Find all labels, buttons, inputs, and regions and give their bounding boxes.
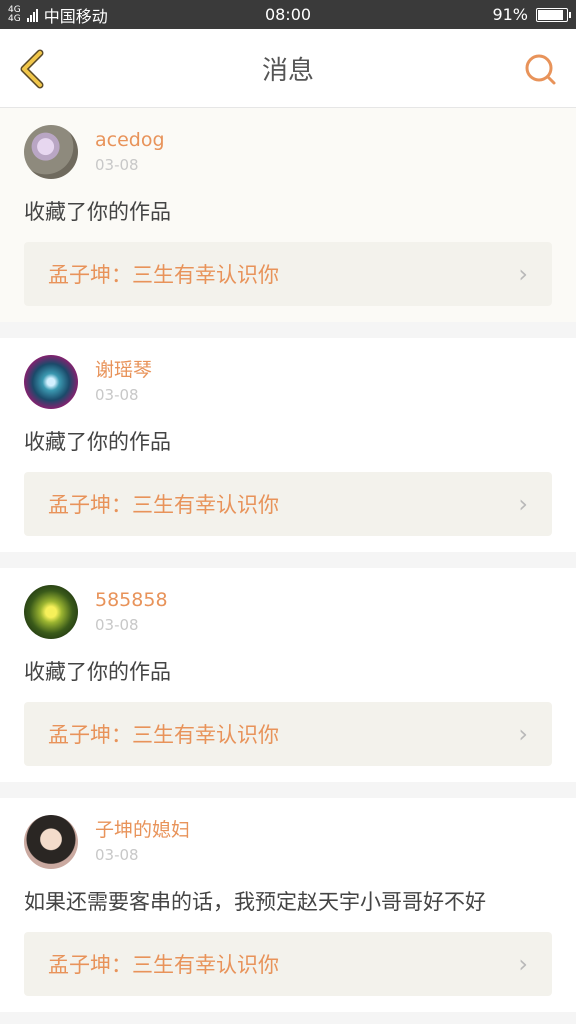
work-title: 孟子坤：三生有幸认识你 (48, 723, 279, 747)
user-row: acedog 03-08 (24, 124, 552, 180)
status-bar: 4G 4G 中国移动 08:00 91% (0, 0, 576, 29)
message-date: 03-08 (95, 846, 139, 864)
user-row: 585858 03-08 (24, 584, 552, 640)
battery-percent: 91% (492, 5, 528, 24)
username[interactable]: 谢瑶琴 (95, 358, 152, 382)
work-link[interactable]: 孟子坤：三生有幸认识你 › (24, 242, 552, 306)
back-button[interactable] (12, 47, 52, 91)
work-title: 孟子坤：三生有幸认识你 (48, 953, 279, 977)
battery-fill (538, 9, 564, 20)
battery-icon (536, 7, 571, 22)
message-text: 收藏了你的作品 (24, 200, 171, 224)
carrier-name: 中国移动 (43, 6, 108, 26)
message-date: 03-08 (95, 156, 139, 174)
user-meta: 585858 03-08 (95, 588, 168, 636)
work-link[interactable]: 孟子坤：三生有幸认识你 › (24, 472, 552, 536)
user-meta: 子坤的媳妇 03-08 (95, 818, 190, 866)
search-button[interactable] (522, 51, 558, 87)
status-time: 08:00 (264, 5, 312, 24)
chevron-right-icon: › (518, 720, 528, 748)
message-card: 谢瑶琴 03-08 收藏了你的作品 孟子坤：三生有幸认识你 › (0, 338, 576, 552)
message-card: acedog 03-08 收藏了你的作品 孟子坤：三生有幸认识你 › (0, 108, 576, 322)
search-icon (525, 54, 556, 85)
user-meta: acedog 03-08 (95, 128, 165, 176)
chevron-right-icon: › (518, 490, 528, 518)
avatar[interactable] (24, 125, 78, 179)
message-text: 收藏了你的作品 (24, 660, 171, 684)
chevron-left-icon (20, 49, 44, 89)
message-text: 如果还需要客串的话，我预定赵天宇小哥哥好不好 (24, 890, 486, 914)
message-date: 03-08 (95, 616, 139, 634)
username[interactable]: 585858 (95, 588, 168, 612)
work-title: 孟子坤：三生有幸认识你 (48, 263, 279, 287)
message-date: 03-08 (95, 386, 139, 404)
username[interactable]: 子坤的媳妇 (95, 818, 190, 842)
avatar[interactable] (24, 355, 78, 409)
user-row: 谢瑶琴 03-08 (24, 354, 552, 410)
work-title: 孟子坤：三生有幸认识你 (48, 493, 279, 517)
status-left: 4G 4G 中国移动 (8, 3, 108, 27)
chevron-right-icon: › (518, 950, 528, 978)
header: 消息 (0, 29, 576, 108)
user-meta: 谢瑶琴 03-08 (95, 358, 152, 406)
work-link[interactable]: 孟子坤：三生有幸认识你 › (24, 932, 552, 996)
user-row: 子坤的媳妇 03-08 (24, 814, 552, 870)
message-text: 收藏了你的作品 (24, 430, 171, 454)
avatar[interactable] (24, 585, 78, 639)
message-list: acedog 03-08 收藏了你的作品 孟子坤：三生有幸认识你 › 谢瑶琴 0… (0, 108, 576, 1012)
page-title: 消息 (261, 55, 314, 86)
message-card: 子坤的媳妇 03-08 如果还需要客串的话，我预定赵天宇小哥哥好不好 孟子坤：三… (0, 798, 576, 1012)
avatar[interactable] (24, 815, 78, 869)
signal-bars-icon (26, 8, 38, 22)
work-link[interactable]: 孟子坤：三生有幸认识你 › (24, 702, 552, 766)
username[interactable]: acedog (95, 128, 165, 152)
network-type: 4G 4G (8, 4, 21, 24)
status-right: 91% (492, 5, 571, 24)
message-card: 585858 03-08 收藏了你的作品 孟子坤：三生有幸认识你 › (0, 568, 576, 782)
chevron-right-icon: › (518, 260, 528, 288)
